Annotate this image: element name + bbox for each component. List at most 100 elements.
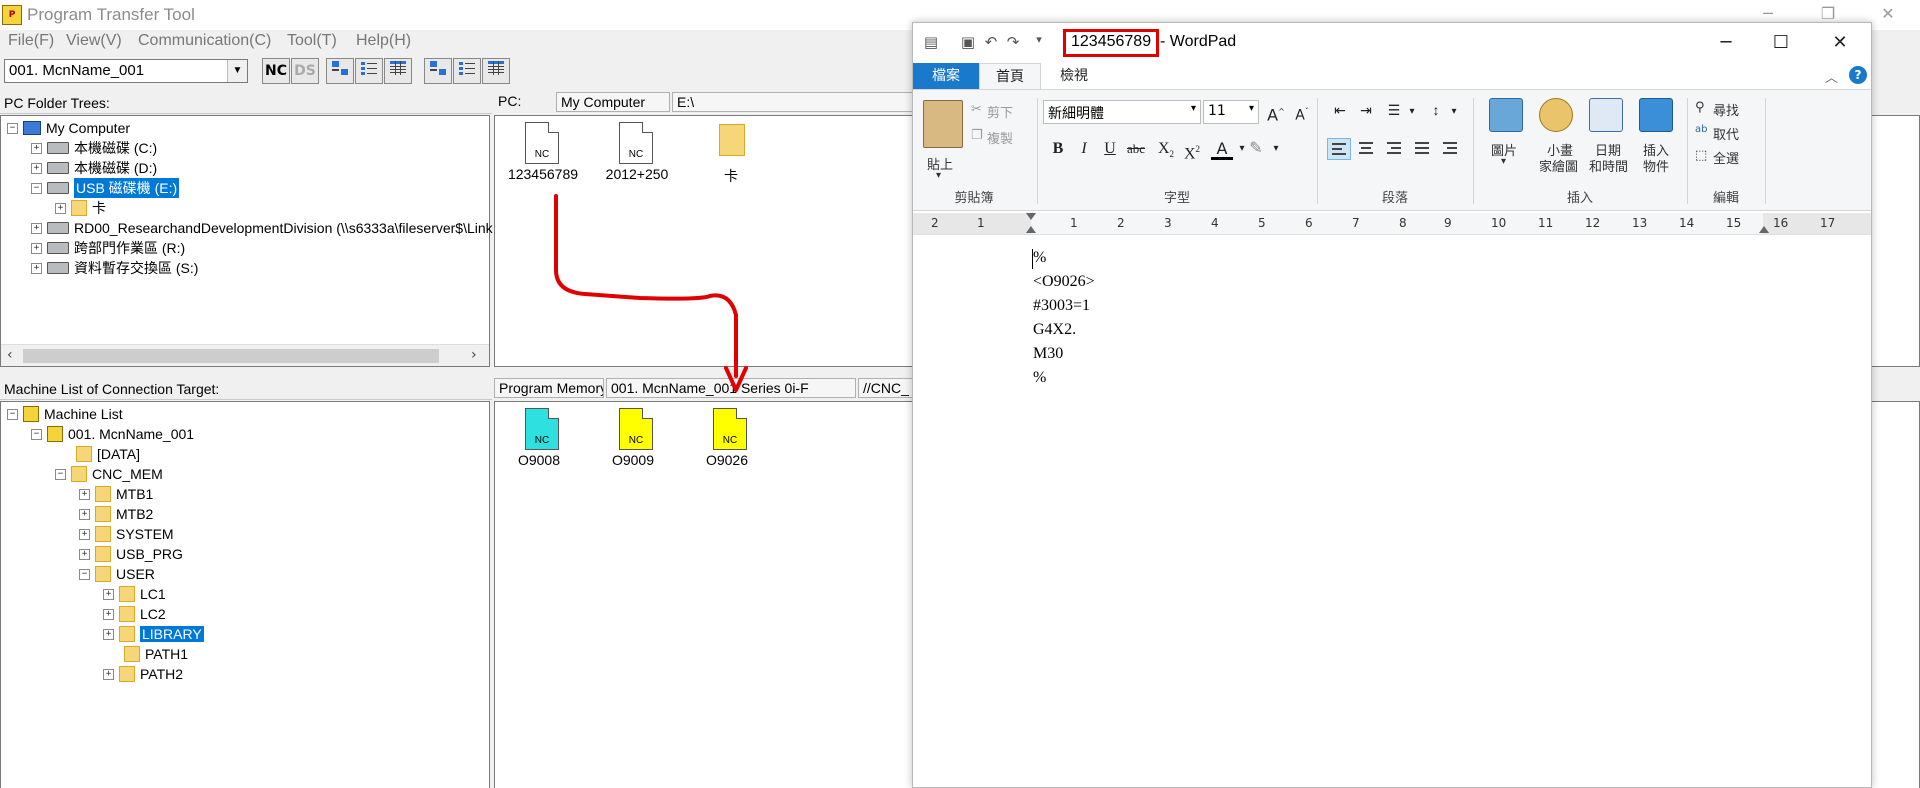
save-icon[interactable]: ▣ xyxy=(958,33,978,53)
ribbon: 貼上 ▾ ✂ 剪下 ❐ 複製 剪貼簿 新細明體 ▾ 11 ▾ A^ Aˇ B I U… xyxy=(913,89,1871,211)
group-separator xyxy=(1317,98,1318,204)
customize-quick-access-icon[interactable]: ▾ xyxy=(1029,33,1049,53)
object-label-2[interactable]: 物件 xyxy=(1643,156,1669,175)
ruler-mark: 5 xyxy=(1258,216,1266,230)
find-button[interactable]: 尋找 xyxy=(1713,100,1739,119)
select-all-icon: ⬚ xyxy=(1695,148,1708,163)
tab-home[interactable]: 首頁 xyxy=(979,63,1041,89)
maximize-icon[interactable]: ☐ xyxy=(1766,32,1796,54)
paint-label-2[interactable]: 家繪圖 xyxy=(1539,156,1578,175)
document-line: #3003=1 xyxy=(1033,297,1091,314)
ruler-mark: 7 xyxy=(1352,216,1360,230)
object-icon[interactable] xyxy=(1639,98,1673,132)
superscript-icon[interactable]: X2 xyxy=(1181,138,1203,162)
document-line: G4X2. xyxy=(1033,321,1077,338)
tab-file[interactable]: 檔案 xyxy=(913,63,979,89)
strikethrough-icon[interactable]: abc xyxy=(1125,138,1147,160)
copy-button[interactable]: 複製 xyxy=(987,128,1013,147)
close-icon[interactable]: ✕ xyxy=(1825,32,1855,54)
ruler-mark: 16 xyxy=(1773,216,1789,230)
underline-icon[interactable]: U xyxy=(1099,138,1121,160)
wordpad-app-icon: ▤ xyxy=(923,33,939,51)
picture-icon[interactable] xyxy=(1489,98,1523,132)
group-separator xyxy=(1687,98,1688,204)
calendar-icon[interactable] xyxy=(1589,98,1623,132)
font-size-value: 11 xyxy=(1208,103,1226,119)
decrease-indent-icon[interactable]: ⇤ xyxy=(1329,101,1351,123)
group-paragraph-label: 段落 xyxy=(1381,191,1408,206)
ruler-mark: 1 xyxy=(1070,216,1078,230)
help-icon[interactable]: ? xyxy=(1849,66,1867,84)
ruler-mark: 12 xyxy=(1585,216,1601,230)
wordpad-window: ▤ ▣ ↶ ↷ ▾ 123456789 - WordPad ─ ☐ ✕ 檔案 首… xyxy=(912,22,1872,788)
cut-button[interactable]: 剪下 xyxy=(987,102,1013,121)
first-line-indent-marker[interactable] xyxy=(1026,213,1036,220)
undo-icon[interactable]: ↶ xyxy=(981,33,1001,53)
paint-icon[interactable] xyxy=(1539,98,1573,132)
grow-font-icon[interactable]: A^ xyxy=(1265,101,1287,124)
group-clipboard-label: 剪貼簿 xyxy=(954,191,994,206)
bold-icon[interactable]: B xyxy=(1047,138,1069,160)
app-name: - WordPad xyxy=(1160,33,1237,50)
paragraph-icon[interactable] xyxy=(1439,138,1463,160)
group-separator xyxy=(1037,98,1038,204)
ruler-mark: 8 xyxy=(1399,216,1407,230)
ruler[interactable]: 2 1 1 2 3 4 5 6 7 8 9 10 11 12 13 14 15 … xyxy=(913,213,1871,235)
ruler-mark: 2 xyxy=(1117,216,1125,230)
ruler-mark: 10 xyxy=(1491,216,1507,230)
justify-icon[interactable] xyxy=(1411,138,1435,160)
document-area[interactable]: % <O9026> #3003=1 G4X2. M30 % xyxy=(913,237,1871,787)
minimize-icon[interactable]: ─ xyxy=(1711,32,1741,54)
group-separator xyxy=(1473,98,1474,204)
collapse-ribbon-icon[interactable]: ︿ xyxy=(1825,67,1838,86)
redo-icon[interactable]: ↷ xyxy=(1003,33,1023,53)
subscript-icon[interactable]: X2 xyxy=(1155,138,1177,160)
ribbon-tabs: 檔案 首頁 檢視 ︿ ? xyxy=(913,63,1871,89)
chevron-down-icon[interactable]: ▾ xyxy=(1249,103,1254,114)
chevron-down-icon[interactable]: ▾ xyxy=(1191,103,1196,114)
ruler-mark: 4 xyxy=(1211,216,1219,230)
picture-dropdown-icon[interactable]: ▾ xyxy=(1501,156,1506,167)
ruler-mark: 17 xyxy=(1820,216,1836,230)
font-family-value: 新細明體 xyxy=(1048,106,1104,122)
hanging-indent-marker[interactable] xyxy=(1026,226,1036,233)
align-right-icon[interactable] xyxy=(1383,138,1407,160)
paste-dropdown-icon[interactable]: ▾ xyxy=(936,170,941,181)
highlight-icon[interactable]: ✎ xyxy=(1245,138,1267,160)
line-spacing-dropdown-icon[interactable]: ▾ xyxy=(1443,101,1465,123)
italic-icon[interactable]: I xyxy=(1073,138,1095,160)
font-size-select[interactable]: 11 ▾ xyxy=(1203,100,1259,124)
right-indent-marker[interactable] xyxy=(1759,226,1769,233)
ruler-mark: 15 xyxy=(1726,216,1742,230)
bullet-dropdown-icon[interactable]: ▾ xyxy=(1401,101,1423,123)
align-center-icon[interactable] xyxy=(1355,138,1379,160)
wordpad-title-bar: ▤ ▣ ↶ ↷ ▾ 123456789 - WordPad ─ ☐ ✕ xyxy=(913,23,1871,63)
ruler-mark: 13 xyxy=(1632,216,1648,230)
ruler-mark: 1 xyxy=(977,216,985,230)
copy-icon: ❐ xyxy=(971,128,983,143)
select-all-button[interactable]: 全選 xyxy=(1713,148,1739,167)
increase-indent-icon[interactable]: ⇥ xyxy=(1355,101,1377,123)
paste-icon[interactable] xyxy=(923,100,963,148)
text-color-icon[interactable]: A xyxy=(1211,138,1233,160)
font-family-select[interactable]: 新細明體 ▾ xyxy=(1043,100,1201,124)
datetime-label-2[interactable]: 和時間 xyxy=(1589,156,1628,175)
binoculars-icon: ⚲ xyxy=(1695,100,1705,115)
shrink-font-icon[interactable]: Aˇ xyxy=(1291,101,1313,124)
ruler-mark: 2 xyxy=(931,216,939,230)
tab-view[interactable]: 檢視 xyxy=(1043,63,1105,89)
replace-button[interactable]: 取代 xyxy=(1713,124,1739,143)
ruler-mark: 14 xyxy=(1679,216,1695,230)
document-line: <O9026> xyxy=(1033,273,1095,290)
highlight-dropdown-icon[interactable]: ▾ xyxy=(1265,138,1287,160)
align-left-icon[interactable] xyxy=(1327,138,1351,160)
cut-icon: ✂ xyxy=(971,102,982,117)
replace-icon: ab xyxy=(1695,124,1708,135)
ruler-mark: 3 xyxy=(1164,216,1172,230)
group-insert-label: 插入 xyxy=(1566,191,1593,206)
ruler-mark: 9 xyxy=(1444,216,1452,230)
ruler-mark: 11 xyxy=(1538,216,1554,230)
document-line: % xyxy=(1033,369,1047,386)
group-editing-label: 編輯 xyxy=(1712,191,1739,206)
group-separator xyxy=(1765,98,1766,204)
